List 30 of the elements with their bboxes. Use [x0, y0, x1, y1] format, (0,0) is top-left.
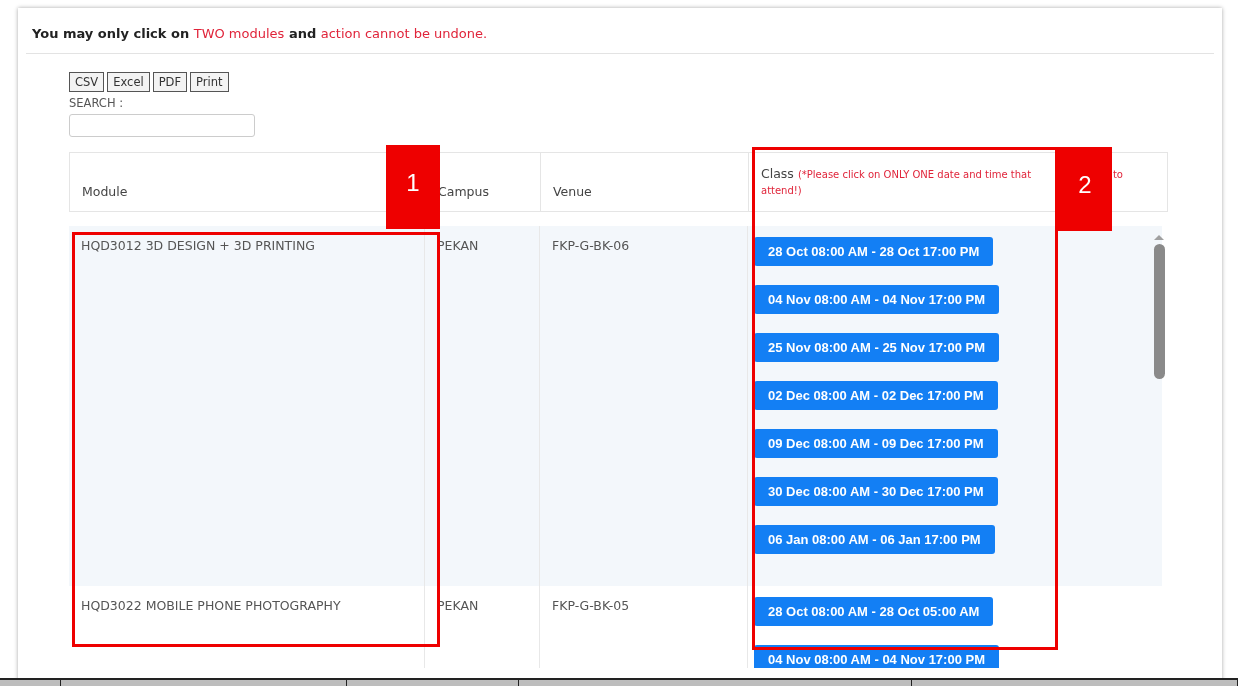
- header-note: (*Please click on ONLY ONE date and time that: [797, 169, 1032, 180]
- export-button[interactable]: Print: [190, 72, 229, 92]
- header-text: Class: [761, 166, 794, 181]
- scroll-thumb[interactable]: [1153, 244, 1165, 379]
- header-text: Venue: [553, 184, 593, 199]
- class-slot-button[interactable]: 28 Oct 08:00 AM - 28 Oct 05:00 AM: [754, 597, 994, 626]
- header-note: attend!): [761, 185, 802, 196]
- callout-number: 1: [386, 145, 440, 229]
- scroll-up-icon[interactable]: [1153, 234, 1165, 241]
- search-label: SEARCH :: [69, 96, 124, 110]
- notice-text: You may only click on TWO modules and action cannot be undone.: [32, 26, 488, 41]
- venue-code: FKP-G-BK-06: [552, 238, 630, 253]
- export-button[interactable]: Excel: [107, 72, 150, 92]
- module-name: HQD3022 MOBILE PHONE PHOTOGRAPHY: [81, 598, 341, 613]
- class-slot-button[interactable]: 25 Nov 08:00 AM - 25 Nov 17:00 PM: [754, 333, 999, 362]
- venue-code: FKP-G-BK-05: [552, 598, 630, 613]
- export-button[interactable]: PDF: [152, 72, 188, 92]
- header-text: Module: [82, 184, 129, 199]
- callout-number: 2: [1058, 147, 1112, 231]
- class-slot-button[interactable]: 09 Dec 08:00 AM - 09 Dec 17:00 PM: [754, 429, 998, 458]
- search-field[interactable]: [69, 114, 255, 137]
- class-slot-button[interactable]: 04 Nov 08:00 AM - 04 Nov 17:00 PM: [754, 285, 999, 314]
- class-slot-button[interactable]: 28 Oct 08:00 AM - 28 Oct 17:00 PM: [754, 237, 994, 266]
- class-slot-button[interactable]: 02 Dec 08:00 AM - 02 Dec 17:00 PM: [754, 381, 998, 410]
- header-text: Campus: [438, 184, 490, 199]
- class-slot-button[interactable]: 06 Jan 08:00 AM - 06 Jan 17:00 PM: [754, 525, 995, 554]
- class-slot-button[interactable]: 30 Dec 08:00 AM - 30 Dec 17:00 PM: [754, 477, 998, 506]
- export-button[interactable]: CSV: [69, 72, 105, 92]
- header-note: to: [1112, 169, 1123, 180]
- module-name: HQD3012 3D DESIGN + 3D PRINTING: [81, 238, 315, 253]
